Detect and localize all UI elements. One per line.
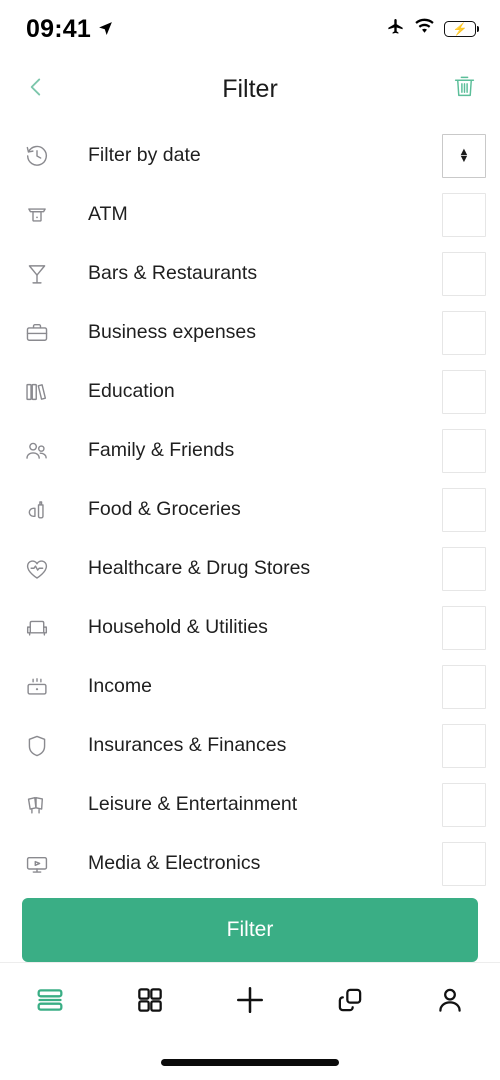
list-item[interactable]: Education <box>0 362 500 421</box>
groceries-icon <box>20 497 54 523</box>
filter-checkbox[interactable] <box>442 546 486 591</box>
filter-checkbox[interactable] <box>442 251 486 296</box>
tab-add[interactable] <box>200 973 300 1031</box>
delete-filters-button[interactable] <box>442 67 486 111</box>
list-item-label: Filter by date <box>88 144 201 166</box>
tab-accounts[interactable] <box>300 973 400 1031</box>
list-item-label: Family & Friends <box>88 439 235 461</box>
status-indicators: ⚡ <box>386 17 480 41</box>
cta-container: Filter <box>0 898 500 962</box>
tab-categories[interactable] <box>100 973 200 1031</box>
filter-checkbox[interactable] <box>442 310 486 355</box>
cocktail-glass-icon <box>20 261 54 287</box>
list-item[interactable]: Healthcare & Drug Stores <box>0 539 500 598</box>
income-card-icon <box>20 674 54 700</box>
list-item-label: Food & Groceries <box>88 498 241 520</box>
person-icon <box>434 984 466 1021</box>
chevron-left-icon <box>23 74 49 105</box>
apply-filter-button[interactable]: Filter <box>22 898 478 962</box>
list-item[interactable]: Household & Utilities <box>0 598 500 657</box>
list-item[interactable]: Family & Friends <box>0 421 500 480</box>
clock-history-icon <box>20 143 54 169</box>
list-item-label: Education <box>88 380 175 402</box>
airplane-mode-icon <box>386 17 405 41</box>
briefcase-icon <box>20 320 54 346</box>
filter-checkbox[interactable] <box>442 487 486 532</box>
list-item-label: ATM <box>88 203 128 225</box>
list-item-label: Leisure & Entertainment <box>88 793 298 815</box>
list-item[interactable]: ATM <box>0 185 500 244</box>
tickets-icon <box>20 792 54 818</box>
list-item-label: Household & Utilities <box>88 616 268 638</box>
bottom-tab-bar <box>0 962 500 1080</box>
status-time: 09:41 <box>26 14 91 43</box>
filter-checkbox[interactable] <box>442 428 486 473</box>
layers-copy-icon <box>334 984 366 1021</box>
list-item-label: Income <box>88 675 152 697</box>
status-time-group: 09:41 <box>26 15 114 44</box>
tab-transactions[interactable] <box>0 973 100 1031</box>
filter-checkbox[interactable] <box>442 605 486 650</box>
books-icon <box>20 379 54 405</box>
filter-checkbox[interactable] <box>442 723 486 768</box>
shield-icon <box>20 733 54 759</box>
filter-checkbox[interactable] <box>442 841 486 886</box>
list-item[interactable]: Bars & Restaurants <box>0 244 500 303</box>
list-item[interactable]: Business expenses <box>0 303 500 362</box>
list-item-label: Business expenses <box>88 321 257 343</box>
trash-icon <box>452 74 477 104</box>
list-item[interactable]: Food & Groceries <box>0 480 500 539</box>
updown-arrows-icon: ▲ ▼ <box>458 146 470 165</box>
list-item-label: Healthcare & Drug Stores <box>88 557 311 579</box>
atm-icon <box>20 202 54 228</box>
back-button[interactable] <box>14 67 58 111</box>
tab-profile[interactable] <box>400 973 500 1031</box>
list-item[interactable]: Income <box>0 657 500 716</box>
wifi-icon <box>414 18 435 40</box>
date-filter-select[interactable]: ▲ ▼ <box>442 133 486 178</box>
navigation-bar: Filter <box>0 58 500 120</box>
list-item[interactable]: Media & Electronics <box>0 834 500 893</box>
filter-checkbox[interactable] <box>442 664 486 709</box>
grid-view-icon <box>134 984 166 1021</box>
home-indicator <box>161 1059 339 1066</box>
list-view-icon <box>33 983 67 1022</box>
battery-charging-icon: ⚡ <box>444 21 480 37</box>
plus-icon <box>231 981 269 1024</box>
filter-checkbox[interactable] <box>442 782 486 827</box>
monitor-play-icon <box>20 851 54 877</box>
location-arrow-icon <box>97 15 114 44</box>
status-bar: 09:41 ⚡ <box>0 0 500 58</box>
list-item-label: Media & Electronics <box>88 852 261 874</box>
list-item-label: Bars & Restaurants <box>88 262 258 284</box>
list-item[interactable]: Insurances & Finances <box>0 716 500 775</box>
page-title: Filter <box>222 74 278 103</box>
filter-checkbox[interactable] <box>442 369 486 414</box>
filter-checkbox[interactable] <box>442 192 486 237</box>
filter-screen: 09:41 ⚡ Filter Filter by date ▲ ▼ ATM Ba… <box>0 0 500 1080</box>
armchair-icon <box>20 615 54 641</box>
list-item[interactable]: Leisure & Entertainment <box>0 775 500 834</box>
list-item-label: Insurances & Finances <box>88 734 287 756</box>
people-icon <box>20 438 54 464</box>
list-item[interactable]: Filter by date ▲ ▼ <box>0 126 500 185</box>
heart-pulse-icon <box>20 556 54 582</box>
